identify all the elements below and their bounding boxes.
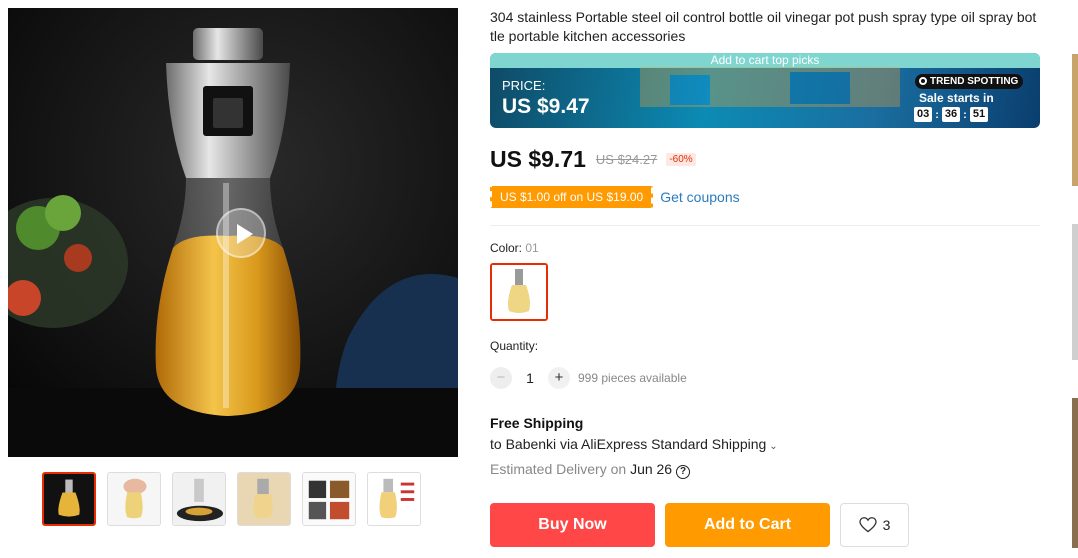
- promo-price-label: PRICE:: [502, 78, 546, 93]
- thumbnail-4[interactable]: [237, 472, 291, 526]
- edge-thumbnail-2: [1072, 224, 1078, 360]
- estimated-delivery: Estimated Delivery on Jun 26?: [490, 461, 691, 479]
- quantity-stepper: − 1 + 999 pieces available: [490, 367, 687, 389]
- buy-now-button[interactable]: Buy Now: [490, 503, 655, 547]
- promo-price: US $9.47: [502, 95, 590, 118]
- question-circle-icon[interactable]: ?: [676, 465, 691, 479]
- coupon-tag[interactable]: US $1.00 off on US $19.00: [490, 186, 654, 208]
- thumbnail-6[interactable]: [367, 472, 421, 526]
- sale-start-label: Sale starts in: [919, 91, 994, 105]
- thumbnail-2[interactable]: [107, 472, 161, 526]
- quantity-increase-button[interactable]: +: [548, 367, 570, 389]
- main-product-image[interactable]: [8, 8, 458, 457]
- countdown-timer: 03 : 36 : 51: [914, 107, 989, 122]
- edge-thumbnail-3: [1072, 398, 1078, 548]
- shipping-title: Free Shipping: [490, 415, 584, 431]
- thumbnail-3[interactable]: [172, 472, 226, 526]
- color-label: Color: 01: [490, 241, 539, 255]
- original-price: US $24.27: [595, 152, 658, 167]
- swatch-image: [492, 265, 546, 319]
- chevron-down-icon: ⌄: [769, 441, 778, 452]
- quantity-input[interactable]: 1: [512, 370, 548, 386]
- timer-hours: 03: [914, 107, 933, 122]
- price-row: US $9.71 US $24.27 -60%: [490, 146, 696, 173]
- discount-badge: -60%: [666, 153, 696, 166]
- trend-badge: TREND SPOTTING: [915, 74, 1024, 89]
- promo-top-label: Add to cart top picks: [490, 53, 1040, 68]
- quantity-decrease-button[interactable]: −: [490, 367, 512, 389]
- shipping-method[interactable]: to Babenki via AliExpress Standard Shipp…: [490, 436, 778, 452]
- wishlist-button[interactable]: 3: [840, 503, 909, 547]
- divider: [490, 225, 1040, 226]
- coupon-row: US $1.00 off on US $19.00 Get coupons: [490, 186, 740, 208]
- delivery-date: Jun 26: [630, 461, 673, 477]
- color-value: 01: [525, 241, 539, 255]
- product-title: 304 stainless Portable steel oil control…: [490, 9, 1037, 44]
- heart-icon: [858, 517, 877, 533]
- promo-banner[interactable]: Add to cart top picks PRICE: US $9.47 TR…: [490, 53, 1040, 128]
- edge-thumbnail-1: [1072, 54, 1078, 186]
- play-icon[interactable]: [216, 208, 266, 258]
- get-coupons-link[interactable]: Get coupons: [660, 189, 739, 205]
- timer-minutes: 36: [941, 107, 961, 122]
- timer-seconds: 51: [969, 107, 989, 122]
- quantity-label: Quantity:: [490, 339, 539, 353]
- quantity-available: 999 pieces available: [578, 371, 687, 385]
- trend-icon: [919, 77, 927, 85]
- thumbnail-strip: [42, 472, 421, 526]
- add-to-cart-button[interactable]: Add to Cart: [665, 503, 830, 547]
- wishlist-count: 3: [882, 517, 891, 533]
- thumbnail-5[interactable]: [302, 472, 356, 526]
- color-swatch-01[interactable]: [490, 263, 548, 321]
- current-price: US $9.71: [490, 146, 586, 172]
- promo-decoration: [640, 67, 900, 107]
- thumbnail-1[interactable]: [42, 472, 96, 526]
- trend-badge-label: TREND SPOTTING: [930, 76, 1019, 87]
